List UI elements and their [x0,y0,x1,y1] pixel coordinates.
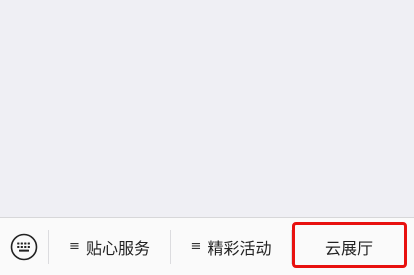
menu-item-service[interactable]: ≡ 贴心服务 [49,218,170,275]
submenu-list-icon: ≡ [69,239,80,254]
menu-item-label: 云展厅 [324,238,373,258]
menu-item-label: 精彩活动 [207,238,272,258]
keyboard-toggle-button[interactable] [0,218,48,275]
message-area [0,0,414,217]
submenu-list-icon: ≡ [190,239,202,254]
menu-item-activities[interactable]: ≡ 精彩活动 [171,218,291,275]
custom-menu-bar: ≡ 贴心服务 ≡ 精彩活动 云展厅 [0,217,414,275]
menu-item-cloud-showroom[interactable]: 云展厅 [292,218,414,275]
menu-item-label: 贴心服务 [85,238,150,258]
keyboard-icon [10,233,38,260]
chat-screen: ≡ 贴心服务 ≡ 精彩活动 云展厅 [0,0,414,275]
